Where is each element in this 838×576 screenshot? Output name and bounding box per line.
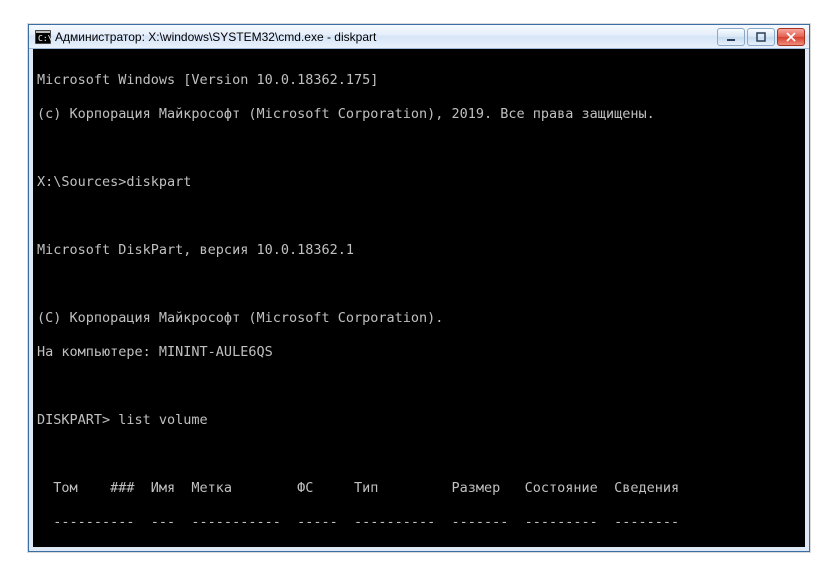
- window-title: Администратор: X:\windows\SYSTEM32\cmd.e…: [55, 30, 717, 44]
- console-line: ---------- --- ----------- ----- -------…: [37, 514, 801, 531]
- window-controls: [717, 28, 805, 46]
- cmd-window: C:\ Администратор: X:\windows\SYSTEM32\c…: [28, 24, 810, 552]
- console-line: [37, 446, 801, 463]
- console-line: (c) Корпорация Майкрософт (Microsoft Cor…: [37, 106, 801, 123]
- console-line: Microsoft Windows [Version 10.0.18362.17…: [37, 72, 801, 89]
- console-output[interactable]: Microsoft Windows [Version 10.0.18362.17…: [33, 49, 805, 547]
- console-line: [37, 208, 801, 225]
- console-line: На компьютере: MININT-AULE6QS: [37, 344, 801, 361]
- console-line: Том ### Имя Метка ФС Тип Размер Состояни…: [37, 480, 801, 497]
- console-line: [37, 140, 801, 157]
- console-line: X:\Sources>diskpart: [37, 174, 801, 191]
- cmd-icon: C:\: [35, 30, 51, 44]
- console-line: [37, 276, 801, 293]
- minimize-button[interactable]: [717, 28, 745, 46]
- svg-text:C:\: C:\: [38, 34, 51, 43]
- titlebar[interactable]: C:\ Администратор: X:\windows\SYSTEM32\c…: [29, 25, 809, 49]
- close-button[interactable]: [777, 28, 805, 46]
- console-line: Microsoft DiskPart, версия 10.0.18362.1: [37, 242, 801, 259]
- console-line: [37, 378, 801, 395]
- console-line: DISKPART> list volume: [37, 412, 801, 429]
- console-line: (C) Корпорация Майкрософт (Microsoft Cor…: [37, 310, 801, 327]
- maximize-button[interactable]: [747, 28, 775, 46]
